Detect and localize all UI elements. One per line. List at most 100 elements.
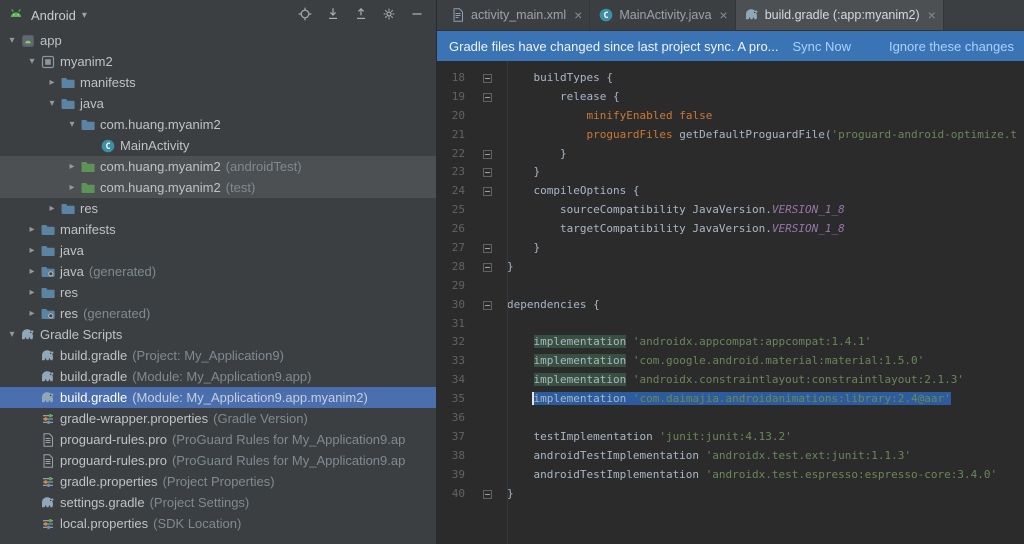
tree-row[interactable]: settings.gradle (Project Settings) — [0, 492, 436, 513]
code-line[interactable]: 38 androidTestImplementation 'androidx.t… — [437, 447, 1024, 466]
code-text: proguardFiles getDefaultProguardFile('pr… — [507, 126, 1016, 145]
code-line[interactable]: 25 sourceCompatibility JavaVersion.VERSI… — [437, 201, 1024, 220]
chevron-down-icon[interactable]: ▾ — [4, 329, 20, 340]
code-line[interactable]: 22 } — [437, 145, 1024, 164]
tree-row[interactable]: build.gradle (Module: My_Application9.app… — [0, 366, 436, 387]
tree-row[interactable]: ▸ manifests — [0, 219, 436, 240]
ignore-changes-link[interactable]: Ignore these changes — [889, 39, 1014, 54]
editor-tab[interactable]: build.gradle (:app:myanim2) × — [735, 0, 944, 30]
code-editor[interactable]: 18 buildTypes {19 release {20 minifyEnab… — [437, 61, 1024, 544]
tree-row[interactable]: ▾ java — [0, 93, 436, 114]
tree-row[interactable]: build.gradle (Module: My_Application9.app… — [0, 387, 436, 408]
hide-panel-button[interactable] — [406, 4, 428, 26]
sync-now-link[interactable]: Sync Now — [793, 39, 852, 54]
code-line[interactable]: 36 — [437, 409, 1024, 428]
tab-close-icon[interactable]: × — [720, 8, 728, 22]
chevron-down-icon[interactable]: ▾ — [82, 10, 87, 21]
tree-row[interactable]: ▸ res — [0, 282, 436, 303]
code-token: VERSION_1_8 — [771, 222, 845, 236]
code-line[interactable]: 30 dependencies { — [437, 296, 1024, 315]
fold-marker-icon[interactable] — [483, 262, 492, 272]
code-line[interactable]: 19 release { — [437, 88, 1024, 107]
code-line[interactable]: 21 proguardFiles getDefaultProguardFile(… — [437, 126, 1024, 145]
tree-row[interactable]: build.gradle (Project: My_Application9) — [0, 345, 436, 366]
fold-marker-icon[interactable] — [483, 489, 492, 499]
code-line[interactable]: 23 } — [437, 163, 1024, 182]
gutter-separator — [507, 61, 508, 544]
locate-file-button[interactable] — [294, 4, 316, 26]
project-view-selector[interactable]: Android — [31, 8, 76, 23]
tree-row[interactable]: ▾ Gradle Scripts — [0, 324, 436, 345]
tree-row[interactable]: ▾ com.huang.myanim2 — [0, 114, 436, 135]
tree-item-label: proguard-rules.pro — [60, 453, 167, 468]
folder-gen-icon — [40, 306, 56, 322]
chevron-right-icon[interactable]: ▸ — [24, 308, 40, 319]
code-line[interactable]: 20 minifyEnabled false — [437, 107, 1024, 126]
tree-row[interactable]: ▸ java — [0, 240, 436, 261]
tree-row[interactable]: ▸ com.huang.myanim2 (test) — [0, 177, 436, 198]
tab-close-icon[interactable]: × — [574, 8, 582, 22]
tab-close-icon[interactable]: × — [928, 8, 936, 22]
tree-row[interactable]: ▾ app — [0, 30, 436, 51]
code-token: getDefaultProguardFile( — [672, 127, 832, 141]
chevron-down-icon[interactable]: ▾ — [64, 119, 80, 130]
tree-row[interactable]: ▸ res (generated) — [0, 303, 436, 324]
code-line[interactable]: 33 implementation 'com.google.android.ma… — [437, 352, 1024, 371]
tree-row[interactable]: proguard-rules.pro (ProGuard Rules for My… — [0, 429, 436, 450]
tree-row[interactable]: ▸ res — [0, 198, 436, 219]
fold-gutter — [465, 409, 507, 428]
chevron-right-icon[interactable]: ▸ — [64, 161, 80, 172]
expand-all-button[interactable] — [322, 4, 344, 26]
chevron-right-icon[interactable]: ▸ — [24, 224, 40, 235]
chevron-right-icon[interactable]: ▸ — [64, 182, 80, 193]
chevron-right-icon[interactable]: ▸ — [24, 245, 40, 256]
code-line[interactable]: 39 androidTestImplementation 'androidx.t… — [437, 466, 1024, 485]
code-line[interactable]: 35 implementation 'com.daimajia.androida… — [437, 390, 1024, 409]
code-line[interactable]: 24 compileOptions { — [437, 182, 1024, 201]
fold-marker-icon[interactable] — [483, 244, 492, 254]
tree-row[interactable]: proguard-rules.pro (ProGuard Rules for My… — [0, 450, 436, 471]
chevron-down-icon[interactable]: ▾ — [4, 35, 20, 46]
tree-item-label: res — [60, 285, 79, 300]
code-line[interactable]: 31 — [437, 315, 1024, 334]
code-line[interactable]: 26 targetCompatibility JavaVersion.VERSI… — [437, 220, 1024, 239]
tree-row[interactable]: ▾ myanim2 — [0, 51, 436, 72]
tree-row[interactable]: local.properties (SDK Location) — [0, 513, 436, 534]
tree-row[interactable]: gradle-wrapper.properties (Gradle Version… — [0, 408, 436, 429]
code-line[interactable]: 28} — [437, 258, 1024, 277]
chevron-right-icon[interactable]: ▸ — [44, 77, 60, 88]
collapse-all-button[interactable] — [350, 4, 372, 26]
fold-marker-icon[interactable] — [483, 300, 492, 310]
tree-row[interactable]: ▸ manifests — [0, 72, 436, 93]
code-line[interactable]: 32 implementation 'androidx.appcompat:ap… — [437, 333, 1024, 352]
editor-pane: activity_main.xml × C MainActivity.java × bui… — [437, 0, 1024, 544]
editor-tab[interactable]: C MainActivity.java × — [590, 0, 736, 30]
chevron-right-icon[interactable]: ▸ — [44, 203, 60, 214]
tree-item-label: build.gradle — [60, 390, 128, 405]
fold-gutter — [465, 182, 507, 201]
fold-marker-icon[interactable] — [483, 92, 492, 102]
chevron-down-icon[interactable]: ▾ — [24, 56, 40, 67]
fold-marker-icon[interactable] — [483, 74, 492, 83]
chevron-right-icon[interactable]: ▸ — [24, 266, 40, 277]
code-line[interactable]: 27 } — [437, 239, 1024, 258]
code-token: minifyEnabled — [586, 108, 673, 122]
editor-tab[interactable]: activity_main.xml × — [442, 0, 591, 30]
fold-marker-icon[interactable] — [483, 149, 492, 159]
tree-row[interactable]: gradle.properties (Project Properties) — [0, 471, 436, 492]
settings-button[interactable] — [378, 4, 400, 26]
code-line[interactable]: 37 testImplementation 'junit:junit:4.13.… — [437, 428, 1024, 447]
tree-row[interactable]: ▸ com.huang.myanim2 (androidTest) — [0, 156, 436, 177]
code-line[interactable]: 18 buildTypes { — [437, 69, 1024, 88]
chevron-right-icon[interactable]: ▸ — [24, 287, 40, 298]
code-token: sourceCompatibility JavaVersion. — [507, 203, 772, 217]
tree-row[interactable]: C MainActivity — [0, 135, 436, 156]
code-token: VERSION_1_8 — [771, 203, 845, 217]
code-line[interactable]: 29 — [437, 277, 1024, 296]
chevron-down-icon[interactable]: ▾ — [44, 98, 60, 109]
code-line[interactable]: 34 implementation 'androidx.constraintla… — [437, 371, 1024, 390]
code-line[interactable]: 40} — [437, 485, 1024, 504]
fold-marker-icon[interactable] — [483, 168, 492, 178]
tree-row[interactable]: ▸ java (generated) — [0, 261, 436, 282]
fold-marker-icon[interactable] — [483, 187, 492, 197]
